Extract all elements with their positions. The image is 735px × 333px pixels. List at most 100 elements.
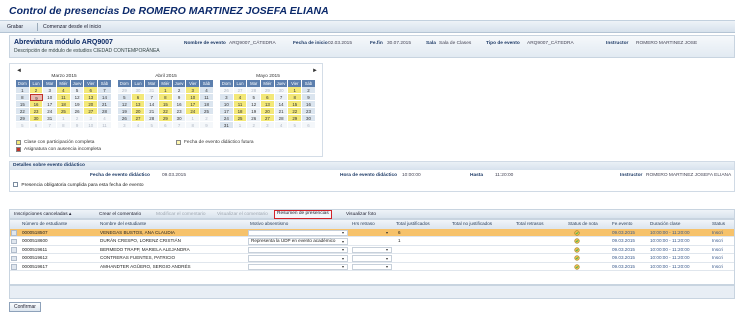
tab-cancelled-registrations[interactable]: Inscripciones canceladas ▴	[12, 211, 73, 218]
absence-reason-dropdown[interactable]	[248, 255, 348, 262]
day-cell[interactable]: 27	[261, 115, 275, 122]
tab-attendance-summary[interactable]: Resumen de presencias	[274, 210, 332, 219]
day-cell[interactable]: 29	[159, 115, 173, 122]
day-cell[interactable]: 30	[29, 115, 44, 122]
day-cell[interactable]: 28	[145, 115, 160, 122]
day-cell[interactable]: 8	[57, 122, 71, 129]
day-cell[interactable]: 5	[16, 122, 30, 129]
day-cell[interactable]: 15	[16, 101, 30, 108]
day-cell[interactable]: 1	[159, 87, 173, 94]
day-cell[interactable]: 3	[84, 115, 99, 122]
day-cell[interactable]: 18	[57, 101, 71, 108]
row-selector[interactable]	[11, 264, 17, 270]
status-check-icon[interactable]	[574, 246, 580, 253]
day-cell[interactable]: 15	[288, 101, 303, 108]
day-cell[interactable]: 4	[233, 94, 248, 101]
day-cell[interactable]: 25	[57, 108, 71, 115]
day-cell[interactable]: 13	[261, 101, 275, 108]
day-cell[interactable]: 4	[57, 87, 71, 94]
absence-reason-dropdown[interactable]	[248, 229, 348, 236]
status-check-icon[interactable]	[574, 263, 580, 270]
table-row[interactable]: 0000519612 CONTRERAS FUENTES, PATRICIO ▾…	[10, 254, 734, 263]
day-cell[interactable]: 17	[186, 101, 201, 108]
day-cell[interactable]: 7	[274, 94, 289, 101]
day-cell[interactable]: 6	[84, 87, 99, 94]
tab-modify-comment[interactable]: Modificar el comentario	[154, 211, 208, 218]
day-cell[interactable]: 20	[84, 101, 99, 108]
day-cell[interactable]: 1	[288, 87, 303, 94]
attendance-checkbox[interactable]	[13, 182, 18, 188]
day-cell[interactable]: 10	[220, 101, 234, 108]
day-cell[interactable]: 14	[274, 101, 289, 108]
row-selector[interactable]	[11, 230, 17, 236]
col-header[interactable]: Hrs retraso	[350, 220, 392, 229]
chevron-down-icon[interactable]: ▾	[386, 264, 390, 270]
day-cell[interactable]: 25	[233, 115, 248, 122]
day-cell[interactable]: 1	[186, 115, 201, 122]
day-cell[interactable]: 30	[274, 87, 289, 94]
day-cell[interactable]: 24	[220, 115, 234, 122]
table-row[interactable]: 0000518507 VENEGAS BUSTOS, ANA CLAUDIA ▾…	[10, 228, 734, 237]
chevron-down-icon[interactable]: ▾	[342, 264, 346, 270]
day-cell[interactable]: 19	[247, 108, 262, 115]
day-cell[interactable]: 19	[118, 108, 132, 115]
day-cell[interactable]: 13	[131, 101, 146, 108]
start-over-button[interactable]: Comenzar desde el inicio	[40, 23, 104, 31]
day-cell[interactable]: 20	[261, 108, 275, 115]
col-header[interactable]: Duración clase	[648, 220, 706, 229]
day-cell[interactable]: 9	[200, 122, 214, 129]
day-cell[interactable]: 11	[233, 101, 248, 108]
day-cell[interactable]: 6	[302, 122, 316, 129]
day-cell[interactable]: 1	[16, 87, 30, 94]
row-selector[interactable]	[11, 255, 17, 261]
table-row[interactable]: 0000519617 AMHANDTER AGÜERO, SERGIO ANDR…	[10, 263, 734, 271]
chevron-down-icon[interactable]: ▾	[342, 247, 346, 253]
day-cell[interactable]: 7	[172, 122, 187, 129]
col-header[interactable]: Status	[710, 220, 734, 229]
day-cell[interactable]: 7	[43, 122, 58, 129]
day-cell[interactable]: 4	[200, 87, 214, 94]
day-cell[interactable]: 4	[274, 122, 289, 129]
tab-create-comment[interactable]: Crear el comentario	[97, 211, 143, 218]
day-cell[interactable]: 31	[43, 115, 58, 122]
save-button[interactable]: Grabar	[4, 23, 26, 31]
day-cell[interactable]: 3	[186, 87, 201, 94]
day-cell[interactable]: 8	[288, 94, 303, 101]
day-cell[interactable]: 22	[288, 108, 303, 115]
day-cell[interactable]: 6	[261, 94, 275, 101]
day-cell[interactable]: 6	[159, 122, 173, 129]
day-cell[interactable]: 16	[29, 101, 44, 108]
chevron-down-icon[interactable]: ▾	[342, 239, 346, 245]
day-cell[interactable]: 16	[172, 101, 187, 108]
day-cell[interactable]: 30	[302, 115, 316, 122]
col-header[interactable]: Motivo absentismo	[248, 220, 338, 229]
day-cell[interactable]: 6	[131, 94, 146, 101]
day-cell[interactable]: 9	[29, 94, 44, 101]
day-cell[interactable]: 12	[247, 101, 262, 108]
day-cell[interactable]: 27	[233, 87, 248, 94]
day-cell[interactable]: 15	[159, 101, 173, 108]
day-cell[interactable]: 26	[247, 115, 262, 122]
col-header[interactable]: Nombre del estudiante	[98, 220, 208, 229]
day-cell[interactable]: 18	[200, 101, 214, 108]
status-check-icon[interactable]	[574, 238, 580, 244]
day-cell[interactable]: 3	[220, 94, 234, 101]
day-cell[interactable]: 20	[131, 108, 146, 115]
col-header[interactable]: Total no justificados	[450, 220, 510, 229]
day-cell[interactable]: 27	[84, 108, 99, 115]
day-cell[interactable]: 21	[145, 108, 160, 115]
day-cell[interactable]: 28	[98, 108, 112, 115]
day-cell[interactable]: 2	[29, 87, 44, 94]
tab-view-photo[interactable]: Visualizar foto	[344, 211, 378, 218]
day-cell[interactable]: 30	[131, 87, 146, 94]
chevron-down-icon[interactable]: ▾	[386, 247, 390, 253]
absence-reason-dropdown[interactable]	[248, 246, 348, 253]
day-cell[interactable]: 11	[200, 94, 214, 101]
day-cell[interactable]: 2	[200, 115, 214, 122]
day-cell[interactable]: 5	[70, 87, 85, 94]
day-cell[interactable]: 23	[302, 108, 316, 115]
status-check-icon[interactable]	[574, 229, 580, 236]
day-cell[interactable]: 2	[302, 87, 316, 94]
col-header[interactable]: Total retrasos	[514, 220, 562, 229]
day-cell[interactable]: 9	[70, 122, 85, 129]
